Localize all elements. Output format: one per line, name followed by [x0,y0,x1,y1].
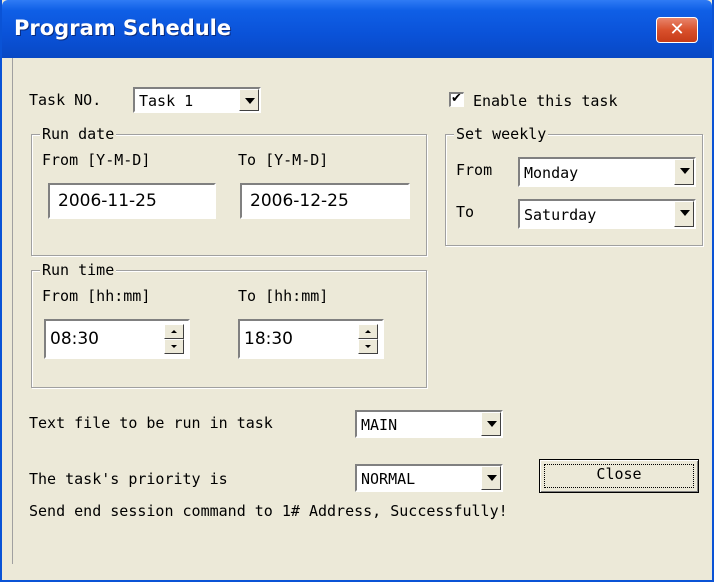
run-date-from-input[interactable]: 2006-11-25 [48,183,216,219]
spin-down-icon[interactable] [164,339,184,354]
run-date-to-label: To [Y-M-D] [238,151,329,169]
priority-select[interactable]: NORMAL [355,464,503,492]
weekly-from-label: From [456,161,493,179]
enable-task-label[interactable]: Enable this task [473,92,618,110]
run-time-to-spinner[interactable]: 18:30 [238,319,384,359]
run-date-group: Run date From [Y-M-D] To [Y-M-D] 2006-11… [31,125,427,256]
text-file-label: Text file to be run in task [29,414,273,432]
window-close-button[interactable]: ✕ [656,17,698,43]
priority-value: NORMAL [361,470,416,488]
set-weekly-group: Set weekly From Monday To Saturday [445,125,703,246]
weekly-to-select[interactable]: Saturday [518,199,696,229]
status-message: Send end session command to 1# Address, … [29,502,508,520]
priority-label: The task's priority is [29,470,228,488]
run-date-from-label: From [Y-M-D] [42,151,151,169]
set-weekly-group-title: Set weekly [454,125,549,143]
weekly-from-select[interactable]: Monday [518,157,696,187]
run-time-to-label: To [hh:mm] [238,287,329,305]
program-schedule-window: Program Schedule ✕ Task NO. Task 1 ✔ Ena… [0,0,714,582]
text-file-select[interactable]: MAIN [355,410,503,438]
run-time-group-title: Run time [40,261,117,279]
weekly-to-value: Saturday [524,206,597,224]
run-time-group: Run time From [hh:mm] To [hh:mm] 08:30 1… [31,261,427,388]
run-time-from-label: From [hh:mm] [42,287,151,305]
task-number-label: Task NO. [29,91,102,109]
spin-up-icon[interactable] [358,324,378,339]
run-date-to-value: 2006-12-25 [250,191,349,211]
window-title: Program Schedule [14,16,232,40]
run-time-from-spinner[interactable]: 08:30 [44,319,190,359]
close-button-label: Close [596,465,642,483]
spin-down-icon[interactable] [358,339,378,354]
run-time-to-value: 18:30 [244,329,293,349]
run-time-to-spin-buttons [358,324,378,354]
text-file-value: MAIN [361,416,398,434]
weekly-to-label: To [456,203,475,221]
run-date-from-value: 2006-11-25 [58,191,157,211]
chevron-down-icon[interactable] [481,412,501,436]
run-date-to-input[interactable]: 2006-12-25 [240,183,410,219]
chevron-down-icon[interactable] [481,466,501,490]
chevron-down-icon[interactable] [674,201,694,227]
title-bar[interactable]: Program Schedule ✕ [2,0,712,58]
chevron-down-icon[interactable] [239,89,259,111]
enable-task-checkbox[interactable]: ✔ [449,91,464,107]
task-number-value: Task 1 [139,92,194,110]
task-number-select[interactable]: Task 1 [133,87,261,113]
spin-up-icon[interactable] [164,324,184,339]
run-time-from-spin-buttons [164,324,184,354]
run-time-from-value: 08:30 [50,329,99,349]
run-date-group-title: Run date [40,125,117,143]
checkmark-icon: ✔ [451,91,462,106]
close-icon: ✕ [669,19,685,40]
chevron-down-icon[interactable] [674,159,694,185]
dialog-body: Task NO. Task 1 ✔ Enable this task Run d… [12,58,703,564]
close-button[interactable]: Close [539,459,699,493]
weekly-from-value: Monday [524,164,579,182]
